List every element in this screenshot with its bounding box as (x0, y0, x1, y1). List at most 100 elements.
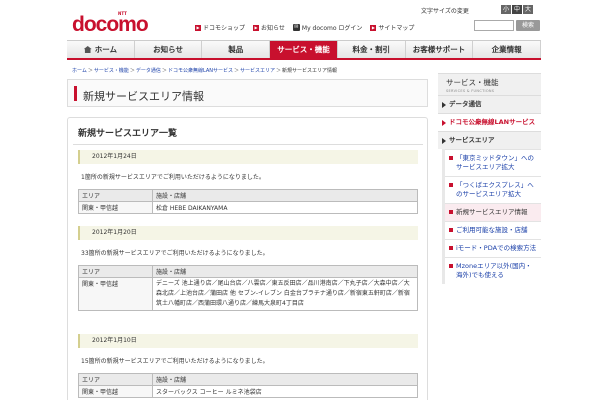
nav-item-pricing[interactable]: 料金・割引 (337, 41, 406, 58)
home-icon (83, 46, 92, 53)
panel-divider (73, 144, 423, 145)
sidebar-item-label: 「東京ミッドタウン」へのサービスエリア拡大 (456, 154, 534, 171)
arrow-right-icon: ▶ (195, 24, 201, 31)
area-table: エリア 施設・店舗 関東・甲信越 スターバックス コーヒー ルミネ池袋店 (78, 373, 418, 398)
nav-item-home[interactable]: ホーム (67, 41, 135, 58)
table-row: 関東・甲信越 スターバックス コーヒー ルミネ池袋店 (78, 385, 418, 398)
breadcrumb-separator: ＞ (87, 68, 93, 74)
square-bullet-icon (449, 183, 453, 187)
section-message: 33箇所の新規サービスエリアでご利用いただけるようになりました。 (81, 250, 269, 257)
sidebar-category-wlan[interactable]: ドコモ公衆無線LANサービス (438, 113, 541, 131)
global-nav: ホーム お知らせ 製品 サービス・機能 料金・割引 お客様サポート 企業情報 (67, 40, 542, 60)
square-bullet-icon (449, 246, 453, 250)
top-link-label: お知らせ (261, 25, 285, 32)
table-header-facility: 施設・店舗 (152, 189, 418, 202)
sidebar-category-label: データ通信 (449, 100, 482, 108)
text-size-large-button[interactable]: 大 (523, 5, 533, 14)
page-title-bar: 新規サービスエリア情報 (67, 79, 428, 107)
arrow-right-icon: ▶ (253, 24, 260, 31)
table-row: 関東・甲信越 デニーズ 池上通り店／尾山台店／八雲店／東五反田店／品川港南店／下丸… (78, 277, 418, 311)
sidebar-subitems: 「東京ミッドタウン」へのサービスエリア拡大 「つくばエクスプレス」へのサービスエ… (442, 149, 541, 284)
nav-item-news[interactable]: お知らせ (134, 41, 203, 58)
breadcrumb-separator: ＞ (276, 68, 282, 74)
breadcrumb-separator: ＞ (161, 68, 167, 74)
table-cell-area: 関東・甲信越 (78, 277, 153, 311)
sidebar-item-label: 新規サービスエリア情報 (456, 208, 528, 216)
sidebar-category-area[interactable]: サービスエリア (438, 131, 541, 149)
text-size-medium-button[interactable]: 中 (512, 5, 522, 14)
top-link-news[interactable]: ▶ お知らせ (253, 23, 285, 32)
mydocomo-icon: ✉ (292, 24, 300, 31)
sidebar-item-label: Mzoneエリア以外(国内・海外)でも使える (456, 262, 532, 279)
arrow-right-icon: ▶ (370, 24, 377, 31)
sidebar-item-tsukuba[interactable]: 「つくばエクスプレス」へのサービスエリア拡大 (445, 176, 541, 203)
breadcrumb-wlan[interactable]: ドコモ公衆無線LANサービス (168, 68, 233, 74)
table-cell-facility: デニーズ 池上通り店／尾山台店／八雲店／東五反田店／品川港南店／下丸子店／大森中… (152, 277, 418, 311)
square-bullet-icon (449, 156, 453, 160)
sidebar-category-label: ドコモ公衆無線LANサービス (449, 118, 536, 126)
top-link-label: ドコモショップ (203, 25, 246, 32)
sidebar-category-data[interactable]: データ通信 (438, 95, 541, 113)
area-section: 2012年1月20日 33箇所の新規サービスエリアでご利用いただけるようになりま… (78, 226, 418, 311)
area-list-panel: 新規サービスエリア一覧 2012年1月24日 1箇所の新規サービスエリアでご利用… (67, 117, 428, 400)
square-bullet-icon (449, 228, 453, 232)
area-table: エリア 施設・店舗 関東・甲信越 松倉 HEBE DAIKANYAMA (78, 189, 418, 214)
table-cell-area: 関東・甲信越 (78, 385, 153, 398)
nav-item-products[interactable]: 製品 (202, 41, 271, 58)
search-button[interactable]: 検索 (516, 20, 540, 31)
sidebar-item-new-area[interactable]: 新規サービスエリア情報 (445, 203, 541, 221)
section-date: 2012年1月24日 (78, 150, 418, 164)
breadcrumb-separator: ＞ (129, 68, 135, 74)
triangle-right-icon (442, 138, 446, 144)
section-date: 2012年1月20日 (78, 226, 418, 240)
nav-item-label: ホーム (94, 45, 117, 54)
breadcrumb-data[interactable]: データ通信 (136, 68, 161, 74)
table-row: 関東・甲信越 松倉 HEBE DAIKANYAMA (78, 201, 418, 214)
breadcrumb: ホーム＞サービス・機能＞データ通信＞ドコモ公衆無線LANサービス＞サービスエリア… (72, 67, 337, 74)
table-header-area: エリア (78, 265, 153, 278)
square-bullet-icon (449, 264, 453, 268)
breadcrumb-home[interactable]: ホーム (72, 68, 87, 74)
sidebar-item-imode-search[interactable]: iモード・PDAでの検索方法 (445, 239, 541, 257)
title-accent (74, 86, 77, 101)
area-section: 2012年1月10日 15箇所の新規サービスエリアでご利用いただけるようになりま… (78, 334, 418, 398)
panel-title: 新規サービスエリア一覧 (78, 129, 178, 139)
top-link-label: サイトマップ (378, 25, 415, 32)
square-bullet-icon (449, 210, 453, 214)
section-date: 2012年1月10日 (78, 334, 418, 348)
table-cell-facility: 松倉 HEBE DAIKANYAMA (152, 201, 418, 214)
sidebar-item-label: iモード・PDAでの検索方法 (456, 244, 537, 252)
table-cell-facility: スターバックス コーヒー ルミネ池袋店 (152, 385, 418, 398)
sidebar: サービス・機能 SERVICES & FUNCTIONS データ通信 ドコモ公衆… (438, 73, 541, 284)
text-size-small-button[interactable]: 小 (501, 5, 511, 14)
table-header-facility: 施設・店舗 (152, 265, 418, 278)
sidebar-item-facilities[interactable]: ご利用可能な施設・店舗 (445, 221, 541, 239)
triangle-right-icon (442, 102, 446, 108)
text-size-buttons: 小 中 大 (501, 5, 533, 14)
breadcrumb-services[interactable]: サービス・機能 (94, 68, 129, 74)
nav-item-corporate[interactable]: 企業情報 (473, 41, 542, 58)
breadcrumb-separator: ＞ (234, 68, 240, 74)
nav-item-support[interactable]: お客様サポート (405, 41, 474, 58)
search-input[interactable] (474, 20, 514, 31)
top-links: ▶ ドコモショップ ▶ お知らせ ✉ My docomo ログイン ▶ サイトマップ (195, 23, 414, 32)
sidebar-item-midtown[interactable]: 「東京ミッドタウン」へのサービスエリア拡大 (445, 149, 541, 176)
sidebar-item-mzone-roaming[interactable]: Mzoneエリア以外(国内・海外)でも使える (445, 257, 541, 284)
top-link-mydocomo-login[interactable]: ✉ My docomo ログイン (292, 23, 363, 32)
area-section: 2012年1月24日 1箇所の新規サービスエリアでご利用いただけるようになりまし… (78, 150, 418, 214)
top-link-sitemap[interactable]: ▶ サイトマップ (370, 23, 414, 32)
sidebar-item-label: 「つくばエクスプレス」へのサービスエリア拡大 (456, 181, 534, 198)
sidebar-header[interactable]: サービス・機能 SERVICES & FUNCTIONS (438, 73, 541, 95)
breadcrumb-area[interactable]: サービスエリア (240, 68, 275, 74)
sidebar-title: サービス・機能 (446, 78, 499, 87)
table-cell-area: 関東・甲信越 (78, 201, 153, 214)
table-header-area: エリア (78, 373, 153, 386)
nav-item-services[interactable]: サービス・機能 (270, 41, 338, 58)
breadcrumb-current: 新規サービスエリア情報 (282, 68, 338, 74)
area-table: エリア 施設・店舗 関東・甲信越 デニーズ 池上通り店／尾山台店／八雲店／東五反田店… (78, 265, 418, 311)
text-size-label: 文字サイズの変更 (421, 8, 469, 15)
top-link-label: My docomo ログイン (301, 25, 363, 32)
sidebar-category-label: サービスエリア (449, 136, 495, 144)
top-link-docomo-shop[interactable]: ▶ ドコモショップ (195, 23, 245, 32)
docomo-logo-text: docomo (72, 13, 149, 36)
